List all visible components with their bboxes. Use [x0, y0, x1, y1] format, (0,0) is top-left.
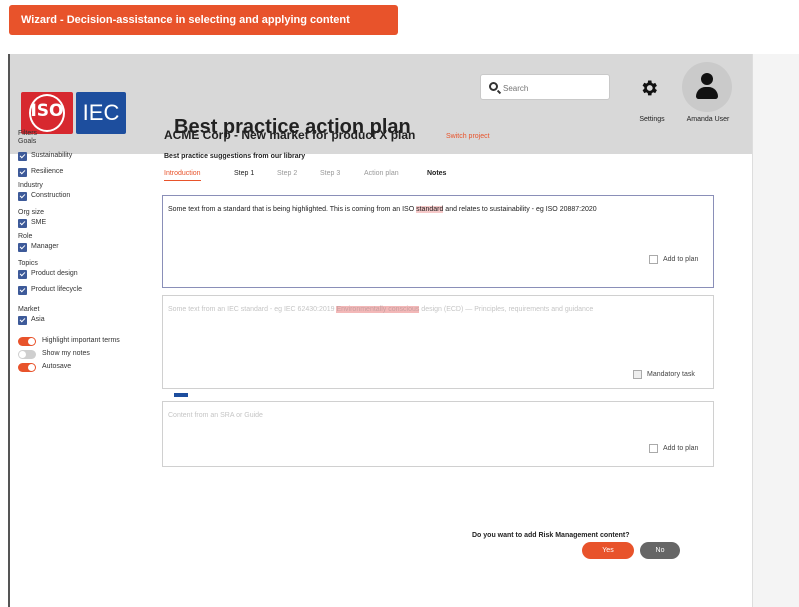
- toggle-autosave[interactable]: Autosave: [18, 362, 158, 374]
- highlighted-term: Environmentally conscious: [336, 306, 420, 313]
- filter-product-lifecycle[interactable]: Product lifecycle: [18, 284, 158, 300]
- toggle-highlight-terms[interactable]: Highlight important terms: [18, 336, 158, 348]
- wizard-banner: Wizard - Decision-assistance in selectin…: [9, 5, 398, 35]
- checkbox-icon: [18, 286, 27, 295]
- project-title: ACME Corp - New market for product X pla…: [164, 128, 416, 142]
- industry-heading: Industry: [18, 182, 43, 189]
- filter-construction[interactable]: Construction: [18, 190, 158, 206]
- checkbox-icon: [18, 192, 27, 201]
- checkbox-icon: [18, 316, 27, 325]
- settings-label: Settings: [639, 116, 665, 123]
- filter-manager[interactable]: Manager: [18, 241, 158, 257]
- content-panel-iso: Some text from a standard that is being …: [162, 195, 714, 288]
- search-icon: [489, 82, 498, 91]
- gear-icon: [642, 80, 657, 96]
- avatar[interactable]: [682, 62, 732, 112]
- tab-step-1[interactable]: Step 1: [234, 170, 254, 177]
- topics-heading: Topics: [18, 260, 38, 267]
- right-gutter: [752, 54, 799, 607]
- filter-sustainability[interactable]: Sustainability: [18, 150, 158, 166]
- tab-action-plan[interactable]: Action plan: [364, 170, 399, 177]
- settings-button[interactable]: Settings: [628, 68, 672, 128]
- user-menu[interactable]: Amanda User: [678, 62, 740, 142]
- search-box[interactable]: [480, 74, 610, 100]
- checkbox-icon: [18, 219, 27, 228]
- filters-heading: Filters: [18, 130, 38, 137]
- market-heading: Market: [18, 306, 40, 313]
- search-input[interactable]: [503, 80, 603, 96]
- iso-logo: ISO: [21, 92, 73, 134]
- content-panel-iec: Some text from an IEC standard - eg IEC …: [162, 295, 714, 389]
- iec-tag-icon: [174, 393, 188, 397]
- yes-button[interactable]: Yes: [582, 542, 634, 559]
- role-heading: Role: [18, 233, 33, 240]
- toggle-switch[interactable]: [18, 363, 36, 372]
- user-icon: [701, 73, 713, 85]
- checkbox-icon: [18, 270, 27, 279]
- highlighted-term: standard: [416, 206, 444, 213]
- filter-resilience[interactable]: Resilience: [18, 166, 158, 182]
- panel-text: Some text from an IEC standard - eg IEC …: [168, 306, 594, 313]
- checkbox-icon: [18, 168, 27, 177]
- filters-sidebar: Filters Goals Sustainability Resilience …: [18, 130, 158, 375]
- tab-step-2[interactable]: Step 2: [277, 170, 297, 177]
- mandatory-task-checkbox[interactable]: Mandatory task: [633, 370, 695, 380]
- toggle-show-notes[interactable]: Show my notes: [18, 349, 158, 361]
- goals-heading: Goals: [18, 138, 37, 145]
- checkbox-icon: [18, 243, 27, 252]
- add-to-plan-checkbox[interactable]: Add to plan: [649, 255, 698, 265]
- panel-text: Content from an SRA or Guide: [168, 412, 263, 419]
- toggle-switch[interactable]: [18, 337, 36, 346]
- content-panel-guide: Content from an SRA or Guide Add to plan: [162, 401, 714, 467]
- filter-asia[interactable]: Asia: [18, 314, 158, 330]
- filter-sme[interactable]: SME: [18, 217, 158, 233]
- panel-text: Some text from a standard that is being …: [168, 206, 597, 213]
- no-button[interactable]: No: [640, 542, 680, 559]
- tab-introduction[interactable]: Introduction: [164, 170, 201, 181]
- org-size-heading: Org size: [18, 209, 45, 216]
- user-name: Amanda User: [686, 116, 730, 123]
- iec-logo: IEC: [76, 92, 126, 134]
- filter-product-design[interactable]: Product design: [18, 268, 158, 284]
- toggle-switch[interactable]: [18, 350, 36, 359]
- risk-question: Do you want to add Risk Management conte…: [472, 532, 630, 539]
- switch-project-link[interactable]: Switch project: [446, 133, 490, 140]
- tab-notes[interactable]: Notes: [427, 170, 446, 177]
- add-to-plan-checkbox[interactable]: Add to plan: [649, 444, 698, 454]
- tab-step-3[interactable]: Step 3: [320, 170, 340, 177]
- checkbox-icon: [18, 152, 27, 161]
- suggestions-subhead: Best practice suggestions from our libra…: [164, 153, 306, 160]
